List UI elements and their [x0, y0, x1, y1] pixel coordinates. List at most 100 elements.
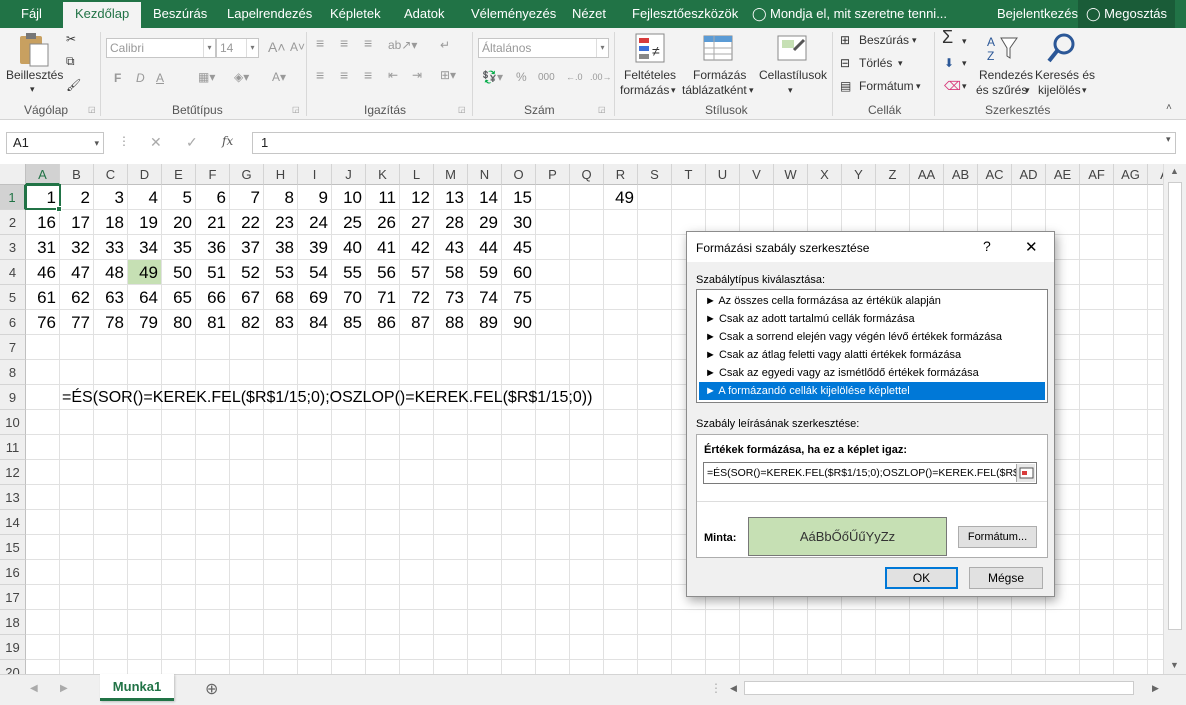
column-header[interactable]: E	[162, 164, 196, 185]
align-bottom-icon[interactable]: ≡	[364, 36, 372, 51]
cell[interactable]: 3	[94, 185, 124, 210]
conditional-formatting-label2[interactable]: formázás	[620, 83, 669, 98]
row-header[interactable]: 14	[0, 510, 26, 535]
align-center-icon[interactable]: ≡	[340, 68, 348, 83]
chevron-down-icon[interactable]: ▾	[962, 79, 967, 94]
chevron-down-icon[interactable]: ▾	[671, 83, 676, 98]
cell[interactable]: 4	[128, 185, 158, 210]
row-header[interactable]: 2	[0, 210, 26, 235]
tab-split-icon[interactable]: ⋮	[710, 681, 722, 695]
row-header[interactable]: 12	[0, 460, 26, 485]
column-header[interactable]: K	[366, 164, 400, 185]
cell[interactable]: 58	[434, 260, 464, 285]
column-header[interactable]: P	[536, 164, 570, 185]
chevron-down-icon[interactable]: ▾	[898, 56, 903, 71]
insert-cells-icon[interactable]: ⊞	[840, 33, 850, 48]
cell[interactable]: 39	[298, 235, 328, 260]
cell[interactable]: 15	[502, 185, 532, 210]
close-icon[interactable]: ✕	[1025, 238, 1038, 256]
sheet-tab-munka1[interactable]: Munka1	[100, 674, 174, 701]
tab-formulas[interactable]: Képletek	[330, 0, 381, 28]
chevron-down-icon[interactable]: ▾	[916, 79, 921, 94]
currency-icon[interactable]: 💱▾	[482, 70, 503, 85]
cell[interactable]: 11	[366, 185, 396, 210]
row-header[interactable]: 20	[0, 660, 26, 674]
rule-type-item[interactable]: ► Csak az átlag feletti vagy alatti érté…	[699, 346, 1045, 364]
help-button[interactable]: ?	[983, 238, 991, 254]
rule-type-item-selected[interactable]: ► A formázandó cellák kijelölése képlett…	[699, 382, 1045, 400]
cell[interactable]: 14	[468, 185, 498, 210]
column-header[interactable]: A	[26, 164, 60, 185]
row-header[interactable]: 5	[0, 285, 26, 310]
cell[interactable]: 19	[128, 210, 158, 235]
cell[interactable]: 55	[332, 260, 362, 285]
cell[interactable]: 42	[400, 235, 430, 260]
column-header[interactable]: AE	[1046, 164, 1080, 185]
name-box[interactable]: A1 ▾	[6, 132, 104, 154]
cancel-icon[interactable]: ✕	[150, 134, 162, 151]
insert-function-button[interactable]: fx	[222, 134, 233, 148]
cell[interactable]: 30	[502, 210, 532, 235]
row-header[interactable]: 17	[0, 585, 26, 610]
column-header[interactable]: A	[1148, 164, 1163, 185]
increase-indent-icon[interactable]: ⇥	[412, 68, 422, 83]
formula-text-cell[interactable]: =ÉS(SOR()=KEREK.FEL($R$1/15;0);OSZLOP()=…	[62, 385, 592, 410]
column-header[interactable]: B	[60, 164, 94, 185]
cell[interactable]: 32	[60, 235, 90, 260]
cell[interactable]: 24	[298, 210, 328, 235]
cell[interactable]: 16	[26, 210, 56, 235]
more-icon[interactable]: ⋮	[118, 134, 130, 148]
cell[interactable]: 52	[230, 260, 260, 285]
cell[interactable]: 26	[366, 210, 396, 235]
tab-file[interactable]: Fájl	[21, 0, 42, 28]
cell[interactable]: 89	[468, 310, 498, 335]
align-left-icon[interactable]: ≡	[316, 68, 324, 83]
cell[interactable]: 82	[230, 310, 260, 335]
cell[interactable]: 45	[502, 235, 532, 260]
format-as-table-icon[interactable]	[702, 32, 734, 64]
formula-input[interactable]: 1	[252, 132, 1176, 154]
dialog-launcher-icon[interactable]: ◲	[292, 102, 300, 117]
fill-color-icon[interactable]: ◈▾	[234, 70, 249, 85]
tab-page-layout[interactable]: Lapelrendezés	[227, 0, 312, 28]
rule-type-item[interactable]: ► Csak a sorrend elején vagy végén lévő …	[699, 328, 1045, 346]
column-header[interactable]: S	[638, 164, 672, 185]
scroll-right-icon[interactable]: ▶	[1152, 683, 1159, 694]
cell[interactable]: 50	[162, 260, 192, 285]
ok-button[interactable]: OK	[885, 567, 958, 589]
cell[interactable]: 37	[230, 235, 260, 260]
chevron-down-icon[interactable]: ▾	[912, 33, 917, 48]
cell[interactable]: 87	[400, 310, 430, 335]
cell[interactable]: 22	[230, 210, 260, 235]
cell[interactable]: 47	[60, 260, 90, 285]
conditional-formatting-label[interactable]: Feltételes	[624, 68, 676, 83]
cell[interactable]: 63	[94, 285, 124, 310]
cell-styles-label[interactable]: Cellastílusok	[759, 68, 827, 83]
format-button[interactable]: Formátum...	[958, 526, 1037, 548]
row-header[interactable]: 15	[0, 535, 26, 560]
tab-developer[interactable]: Fejlesztőeszközök	[632, 0, 738, 28]
decrease-decimal-icon[interactable]: .00→	[590, 70, 612, 85]
cell[interactable]: 65	[162, 285, 192, 310]
delete-cells-icon[interactable]: ⊟	[840, 56, 850, 71]
cell[interactable]: 10	[332, 185, 362, 210]
cell[interactable]: 35	[162, 235, 192, 260]
tab-home[interactable]: Kezdőlap	[63, 2, 142, 28]
column-header[interactable]: M	[434, 164, 468, 185]
find-select-label2[interactable]: kijelölés	[1038, 83, 1081, 98]
cell[interactable]: 2	[60, 185, 90, 210]
cell[interactable]: 73	[434, 285, 464, 310]
chevron-down-icon[interactable]: ▾	[30, 82, 35, 97]
scroll-down-icon[interactable]: ▼	[1170, 660, 1179, 670]
cell[interactable]: 68	[264, 285, 294, 310]
cell[interactable]: 12	[400, 185, 430, 210]
scroll-thumb[interactable]	[1168, 182, 1182, 630]
copy-icon[interactable]: ⧉	[66, 54, 75, 69]
italic-button[interactable]: D	[136, 71, 145, 86]
rule-type-item[interactable]: ► Csak az egyedi vagy az ismétlődő érték…	[699, 364, 1045, 382]
scroll-up-icon[interactable]: ▲	[1170, 166, 1179, 176]
cell[interactable]: 79	[128, 310, 158, 335]
column-header[interactable]: AC	[978, 164, 1012, 185]
row-header[interactable]: 6	[0, 310, 26, 335]
cell[interactable]: 7	[230, 185, 260, 210]
